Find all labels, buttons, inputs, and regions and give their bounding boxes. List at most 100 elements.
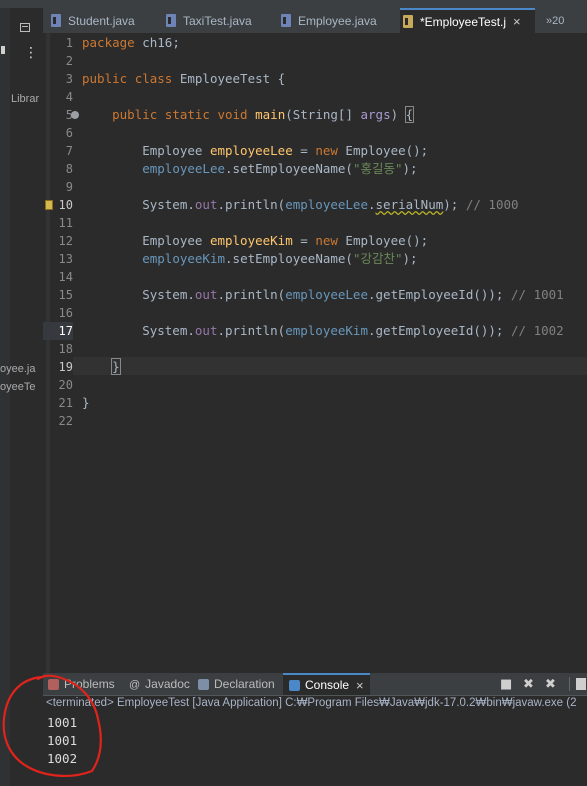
code-token: Employee(); <box>337 233 429 248</box>
tab-declaration[interactable]: Declaration <box>198 673 275 695</box>
code-token: static <box>164 107 210 122</box>
code-token: .println( <box>217 287 286 302</box>
code-token: .println( <box>217 197 286 212</box>
tab-label: Console <box>305 678 350 692</box>
tab-taxitest-java[interactable]: TaxiTest.java <box>166 8 252 33</box>
view-menu-icon[interactable]: ⋮ <box>24 45 38 61</box>
code-token: args <box>360 107 391 122</box>
code-token: employeeKim <box>285 323 368 338</box>
line-number: 1 <box>65 36 73 50</box>
tab-student-java[interactable]: Student.java <box>51 8 135 33</box>
code-token: public <box>82 71 128 86</box>
code-token: .setEmployeeName( <box>225 251 353 266</box>
code-token: ); <box>402 251 418 266</box>
terminated-status: <terminated> EmployeeTest [Java Applicat… <box>46 697 577 709</box>
brace-match: } <box>111 358 121 375</box>
code-token: "홍길동" <box>352 161 403 176</box>
code-token: out <box>194 287 218 302</box>
code-token: class <box>134 71 173 86</box>
code-line[interactable]: System.out.println(employeeLee.serialNum… <box>82 196 519 214</box>
code-token: employeeKim <box>209 233 293 248</box>
code-token: ); <box>443 197 466 212</box>
line-number: 8 <box>65 162 73 176</box>
code-line[interactable]: } <box>82 358 121 376</box>
console-icon <box>289 679 300 691</box>
code-token: employeeLee <box>142 161 226 176</box>
code-line[interactable]: public static void main(String[] args) { <box>82 106 415 124</box>
line-number: 7 <box>65 144 73 158</box>
code-token: = <box>292 143 316 158</box>
line-number: 21 <box>58 396 73 410</box>
line-number: 19 <box>58 360 73 374</box>
code-token: System. <box>82 197 195 212</box>
code-token: .println( <box>217 323 286 338</box>
tab-label: Problems <box>64 677 115 691</box>
remove-launch-icon[interactable]: ✖ <box>523 677 534 692</box>
code-token: employeeLee <box>285 197 368 212</box>
file-item-employeetest[interactable]: oyeeTe <box>0 381 35 393</box>
java-file-icon <box>281 14 291 27</box>
line-number: 13 <box>58 252 73 266</box>
overflow-marker-icon <box>1 46 5 54</box>
line-number: 14 <box>58 270 73 284</box>
code-token: // 1000 <box>465 197 519 212</box>
at-sign-icon: @ <box>129 678 141 691</box>
code-line[interactable]: employeeKim.setEmployeeName("강감찬"); <box>82 250 418 268</box>
fold-toggle-icon[interactable] <box>71 111 79 119</box>
code-line[interactable]: Employee employeeLee = new Employee(); <box>82 142 428 160</box>
tab-label: Javadoc <box>145 677 190 691</box>
line-number: 12 <box>58 234 73 248</box>
code-editor[interactable]: 1 2 3 4 5 6 7 8 9 10 11 12 13 14 15 16 17 18 19 20 21 22 pack… <box>43 33 587 673</box>
window-top-strip <box>0 0 587 8</box>
code-token: .getEmployeeId()); <box>368 287 511 302</box>
close-tab-icon[interactable]: × <box>513 14 521 29</box>
code-line[interactable]: package ch16; <box>82 34 180 52</box>
tab-employeetest-java[interactable]: *EmployeeTest.j × <box>400 8 535 33</box>
terminate-icon[interactable]: ■ <box>500 677 512 692</box>
brace-match: { <box>404 106 415 123</box>
code-line[interactable]: employeeLee.setEmployeeName("홍길동"); <box>82 160 418 178</box>
tab-javadoc[interactable]: @ Javadoc <box>129 673 190 695</box>
line-number: 4 <box>65 90 73 104</box>
minimize-icon[interactable] <box>20 23 30 32</box>
code-token: serialNum <box>375 197 444 212</box>
library-label[interactable]: Librar <box>11 93 39 105</box>
code-token: employeeLee <box>209 143 293 158</box>
code-token: Employee <box>82 233 210 248</box>
close-tab-icon[interactable]: × <box>356 678 364 693</box>
text-cursor <box>119 360 121 375</box>
more-tabs-button[interactable]: »20 <box>546 8 564 33</box>
code-token: System. <box>82 323 195 338</box>
code-line[interactable]: Employee employeeKim = new Employee(); <box>82 232 428 250</box>
line-number: 5 <box>65 108 73 122</box>
display-console-icon[interactable] <box>576 678 586 690</box>
warning-marker-icon[interactable] <box>45 200 53 210</box>
line-number: 20 <box>58 378 73 392</box>
code-token: // 1001 <box>511 287 564 302</box>
line-number: 11 <box>58 216 73 230</box>
tab-problems[interactable]: Problems <box>48 673 115 695</box>
code-token: main <box>255 107 286 122</box>
remove-all-icon[interactable]: ✖ <box>545 677 556 692</box>
code-line[interactable]: System.out.println(employeeKim.getEmploy… <box>82 322 563 340</box>
code-line[interactable]: } <box>82 394 90 412</box>
file-item-employee[interactable]: oyee.ja <box>0 363 35 375</box>
code-line[interactable]: public class EmployeeTest { <box>82 70 285 88</box>
tab-label: Student.java <box>68 13 135 28</box>
code-token: new <box>315 143 338 158</box>
code-line[interactable]: System.out.println(employeeLee.getEmploy… <box>82 286 564 304</box>
line-number: 2 <box>65 54 73 68</box>
tab-console[interactable]: Console × <box>283 673 370 695</box>
tab-employee-java[interactable]: Employee.java <box>281 8 377 33</box>
code-token: Employee <box>82 143 210 158</box>
line-number: 16 <box>58 306 73 320</box>
code-token: ) <box>390 107 406 122</box>
code-token: (String[] <box>285 107 361 122</box>
code-token: ); <box>402 161 418 176</box>
